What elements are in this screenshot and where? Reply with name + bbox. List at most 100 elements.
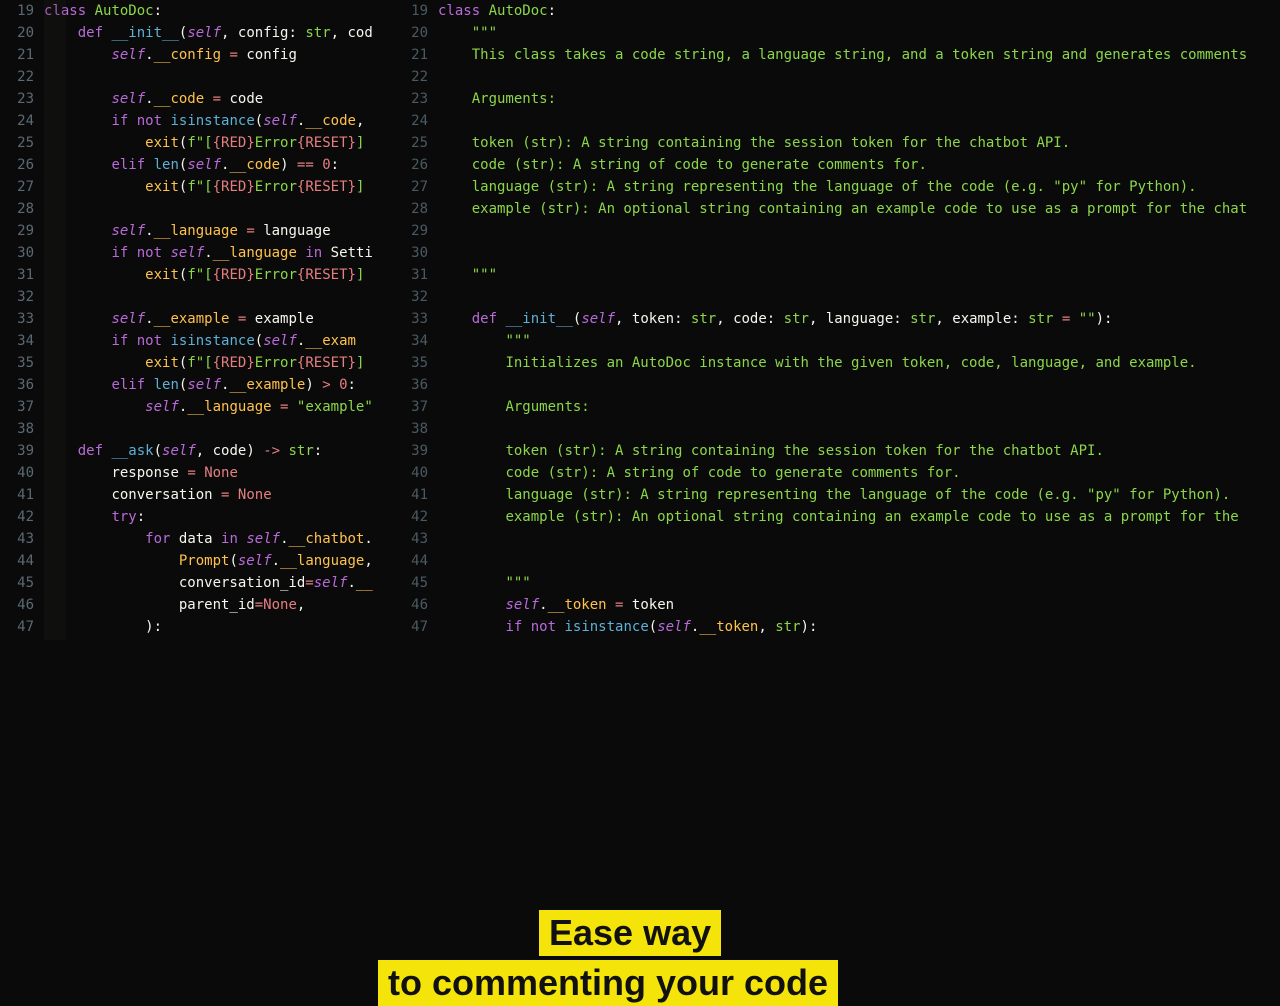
code-line-left[interactable] <box>44 66 400 88</box>
right-line-gutter: 1920212223242526272829303132333435363738… <box>400 0 434 640</box>
code-line-left[interactable]: class AutoDoc: <box>44 0 400 22</box>
code-line-left[interactable]: def __init__(self, config: str, cod <box>44 22 400 44</box>
code-token: {RESET} <box>297 355 356 371</box>
code-line-left[interactable]: parent_id=None, <box>44 594 400 616</box>
code-line-right[interactable]: if not isinstance(self.__token, str): <box>438 616 1280 638</box>
code-line-right[interactable] <box>438 220 1280 242</box>
code-line-left[interactable]: if not isinstance(self.__code, <box>44 110 400 132</box>
code-token: Prompt <box>179 553 230 569</box>
code-token <box>229 311 237 327</box>
code-token: self <box>111 47 145 63</box>
code-token <box>438 487 505 503</box>
code-line-left[interactable]: response = None <box>44 462 400 484</box>
code-token: Error <box>255 355 297 371</box>
code-line-right[interactable]: language (str): A string representing th… <box>438 176 1280 198</box>
code-line-left[interactable] <box>44 198 400 220</box>
code-line-right[interactable]: """ <box>438 264 1280 286</box>
code-token: = <box>305 575 313 591</box>
code-line-right[interactable] <box>438 110 1280 132</box>
code-line-left[interactable]: Prompt(self.__language, <box>44 550 400 572</box>
code-line-left[interactable]: exit(f"[{RED}Error{RESET}] <box>44 176 400 198</box>
code-line-right[interactable]: def __init__(self, token: str, code: str… <box>438 308 1280 330</box>
code-line-left[interactable]: conversation_id=self.__ <box>44 572 400 594</box>
code-token <box>44 399 145 415</box>
line-number: 20 <box>0 22 34 44</box>
code-token: str <box>691 311 716 327</box>
code-token <box>44 91 111 107</box>
line-number: 35 <box>400 352 428 374</box>
code-line-left[interactable]: elif len(self.__code) == 0: <box>44 154 400 176</box>
code-token: example (str): An optional string contai… <box>505 509 1238 525</box>
code-token: : <box>331 157 339 173</box>
code-line-left[interactable]: for data in self.__chatbot. <box>44 528 400 550</box>
code-line-left[interactable]: elif len(self.__example) > 0: <box>44 374 400 396</box>
code-line-right[interactable]: """ <box>438 22 1280 44</box>
code-token: __language <box>213 245 297 261</box>
code-line-right[interactable] <box>438 66 1280 88</box>
right-editor-pane[interactable]: 1920212223242526272829303132333435363738… <box>400 0 1280 640</box>
code-token: __token <box>548 597 607 613</box>
code-line-left[interactable]: exit(f"[{RED}Error{RESET}] <box>44 352 400 374</box>
code-token <box>246 311 254 327</box>
code-line-left[interactable] <box>44 286 400 308</box>
code-line-right[interactable]: code (str): A string of code to generate… <box>438 154 1280 176</box>
code-line-right[interactable]: class AutoDoc: <box>438 0 1280 22</box>
code-line-right[interactable]: This class takes a code string, a langua… <box>438 44 1280 66</box>
code-line-right[interactable] <box>438 286 1280 308</box>
code-token: elif <box>111 157 145 173</box>
code-line-right[interactable]: example (str): An optional string contai… <box>438 198 1280 220</box>
code-token: ] <box>356 267 364 283</box>
code-line-right[interactable]: language (str): A string representing th… <box>438 484 1280 506</box>
code-line-left[interactable]: self.__example = example <box>44 308 400 330</box>
line-number: 41 <box>0 484 34 506</box>
right-code-area[interactable]: class AutoDoc: """ This class takes a co… <box>434 0 1280 640</box>
left-code-area[interactable]: class AutoDoc: def __init__(self, config… <box>40 0 400 640</box>
code-token: = <box>229 47 237 63</box>
code-line-right[interactable]: self.__token = token <box>438 594 1280 616</box>
code-line-right[interactable] <box>438 418 1280 440</box>
code-line-right[interactable] <box>438 528 1280 550</box>
code-line-right[interactable]: """ <box>438 330 1280 352</box>
code-line-right[interactable]: token (str): A string containing the ses… <box>438 440 1280 462</box>
code-token <box>44 245 111 261</box>
code-line-right[interactable]: Arguments: <box>438 88 1280 110</box>
code-line-right[interactable]: Initializes an AutoDoc instance with the… <box>438 352 1280 374</box>
code-line-left[interactable]: self.__config = config <box>44 44 400 66</box>
code-token: . <box>280 531 288 547</box>
code-line-right[interactable] <box>438 242 1280 264</box>
code-token: exit <box>145 135 179 151</box>
code-line-right[interactable]: """ <box>438 572 1280 594</box>
code-line-left[interactable]: if not isinstance(self.__exam <box>44 330 400 352</box>
code-token: , <box>615 311 632 327</box>
line-number: 30 <box>0 242 34 264</box>
code-line-right[interactable] <box>438 550 1280 572</box>
code-line-right[interactable]: token (str): A string containing the ses… <box>438 132 1280 154</box>
code-token: """ <box>472 25 497 41</box>
code-line-left[interactable]: if not self.__language in Setti <box>44 242 400 264</box>
code-token: self <box>111 223 145 239</box>
code-token: exit <box>145 267 179 283</box>
code-line-left[interactable]: conversation = None <box>44 484 400 506</box>
left-line-gutter: 1920212223242526272829303132333435363738… <box>0 0 40 640</box>
code-line-left[interactable]: self.__language = language <box>44 220 400 242</box>
code-token: , <box>331 25 348 41</box>
code-token: ): <box>1096 311 1113 327</box>
line-number: 25 <box>400 132 428 154</box>
line-number: 32 <box>400 286 428 308</box>
code-line-right[interactable] <box>438 374 1280 396</box>
code-line-left[interactable]: def __ask(self, code) -> str: <box>44 440 400 462</box>
code-token <box>213 487 221 503</box>
code-line-right[interactable]: example (str): An optional string contai… <box>438 506 1280 528</box>
code-token <box>213 531 221 547</box>
code-line-left[interactable]: try: <box>44 506 400 528</box>
code-line-left[interactable]: exit(f"[{RED}Error{RESET}] <box>44 264 400 286</box>
code-line-left[interactable]: exit(f"[{RED}Error{RESET}] <box>44 132 400 154</box>
code-line-left[interactable] <box>44 418 400 440</box>
code-token <box>86 3 94 19</box>
left-editor-pane[interactable]: 1920212223242526272829303132333435363738… <box>0 0 400 640</box>
code-line-right[interactable]: Arguments: <box>438 396 1280 418</box>
code-line-left[interactable]: self.__code = code <box>44 88 400 110</box>
code-line-left[interactable]: ): <box>44 616 400 638</box>
code-line-left[interactable]: self.__language = "example" <box>44 396 400 418</box>
code-line-right[interactable]: code (str): A string of code to generate… <box>438 462 1280 484</box>
